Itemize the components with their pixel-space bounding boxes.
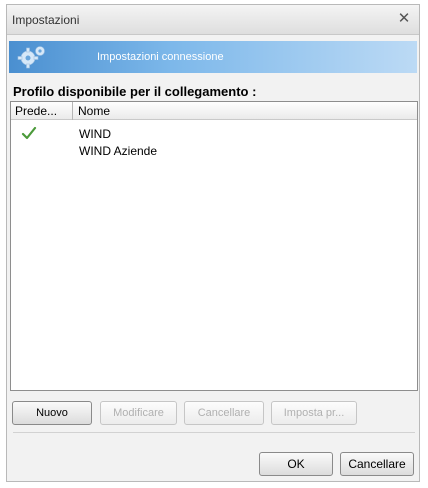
ok-button[interactable]: OK bbox=[259, 452, 333, 476]
modify-button[interactable]: Modificare bbox=[100, 401, 177, 425]
profile-section-label: Profilo disponibile per il collegamento … bbox=[13, 84, 257, 99]
list-item[interactable]: WIND Aziende bbox=[11, 143, 417, 159]
window-title: Impostazioni bbox=[12, 13, 80, 27]
profile-list[interactable]: Prede... Nome WIND WIND Aziende bbox=[10, 101, 418, 391]
column-header-default[interactable]: Prede... bbox=[15, 104, 57, 118]
banner-title: Impostazioni connessione bbox=[97, 51, 224, 63]
profile-name: WIND bbox=[79, 127, 111, 141]
cancel-button[interactable]: Cancellare bbox=[340, 452, 414, 476]
settings-dialog: Impostazioni ✕ Impostazioni connessione … bbox=[6, 4, 420, 482]
delete-button[interactable]: Cancellare bbox=[184, 401, 264, 425]
header-banner: Impostazioni connessione bbox=[9, 41, 417, 73]
set-default-button[interactable]: Imposta pr... bbox=[271, 401, 357, 425]
gear-icon bbox=[17, 46, 45, 69]
checkmark-icon bbox=[21, 126, 37, 140]
list-header: Prede... Nome bbox=[11, 102, 417, 120]
new-button[interactable]: Nuovo bbox=[12, 401, 92, 425]
column-divider[interactable] bbox=[72, 102, 73, 120]
footer-divider bbox=[13, 432, 415, 433]
column-header-name[interactable]: Nome bbox=[78, 104, 110, 118]
title-bar: Impostazioni ✕ bbox=[7, 5, 419, 35]
profile-name: WIND Aziende bbox=[79, 144, 158, 158]
close-button[interactable]: ✕ bbox=[395, 10, 413, 28]
list-item[interactable]: WIND bbox=[11, 126, 417, 142]
